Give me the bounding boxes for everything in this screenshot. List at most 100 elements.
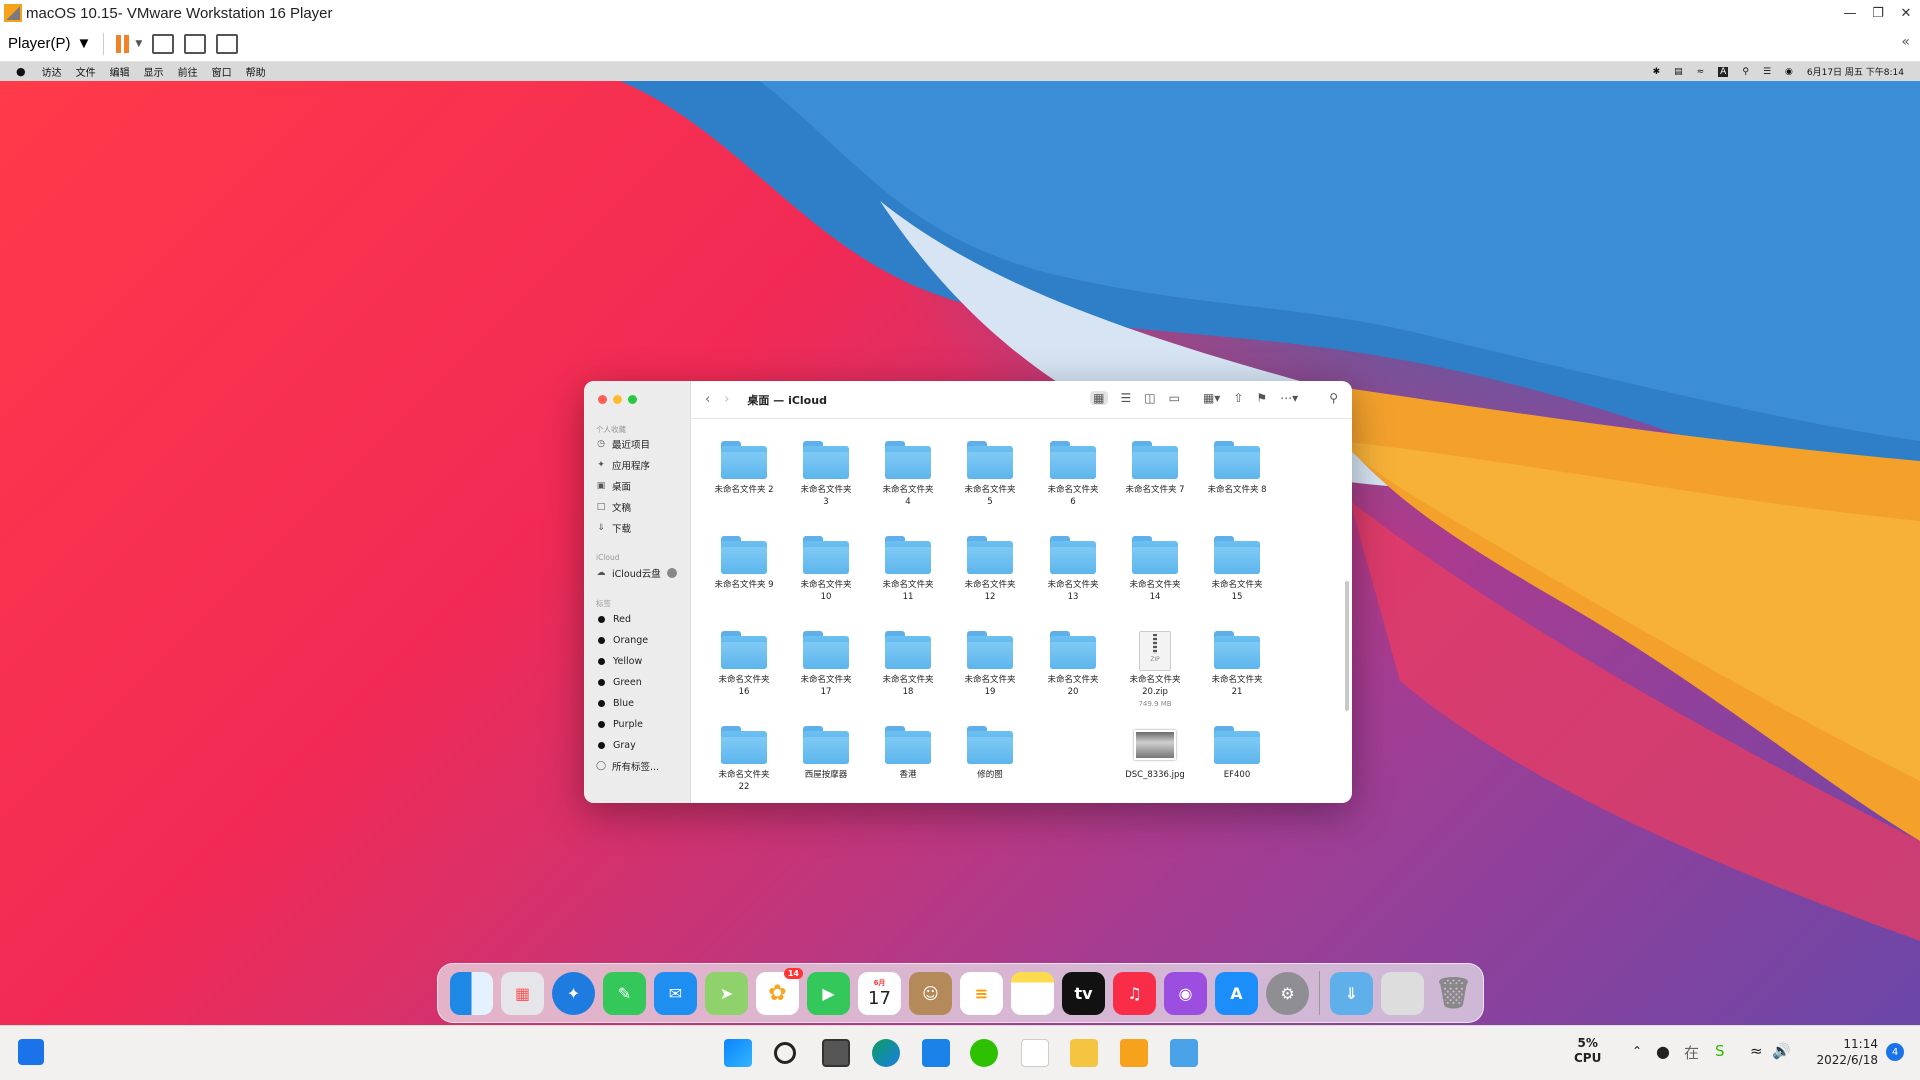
menu-file[interactable]: 文件 <box>76 64 96 79</box>
pause-icon[interactable] <box>116 34 130 53</box>
zoom-window-button[interactable] <box>628 395 637 404</box>
finder-icon[interactable] <box>450 971 493 1015</box>
sidebar-tag-purple[interactable]: Purple <box>596 717 643 731</box>
sidebar-item-icloud-drive[interactable]: ☁ iCloud云盘 <box>596 566 677 580</box>
sidebar-tag-gray[interactable]: Gray <box>596 738 636 752</box>
vmware-player-taskbar-icon[interactable] <box>18 1039 44 1065</box>
mail-icon[interactable]: ✉ <box>654 971 697 1015</box>
wifi-icon[interactable]: ≈ <box>1697 67 1705 77</box>
remote-desktop-icon[interactable] <box>1170 1039 1198 1067</box>
qq-icon[interactable]: ● <box>1656 1042 1670 1061</box>
launchpad-icon[interactable]: ▦ <box>501 971 544 1015</box>
file-item[interactable]: 西屋按摩器 <box>785 726 867 781</box>
file-item[interactable]: ZIP 未命名文件夹 20.zip 749.9 MB <box>1114 631 1196 710</box>
file-item[interactable]: 未命名文件夹 7 <box>1114 441 1196 496</box>
sidebar-tag-orange[interactable]: Orange <box>596 633 648 647</box>
system-preferences-icon[interactable]: ⚙ <box>1266 971 1309 1015</box>
sidebar-item-applications[interactable]: ✦ 应用程序 <box>596 458 650 472</box>
downloads-folder-icon[interactable]: ⇓ <box>1330 971 1373 1015</box>
siri-icon[interactable]: ◉ <box>1785 67 1793 77</box>
file-item[interactable]: 未命名文件夹 22 <box>703 726 785 793</box>
recent-documents-stack-icon[interactable] <box>1381 971 1424 1015</box>
sidebar-item-downloads[interactable]: ⇓ 下载 <box>596 521 631 535</box>
column-view-icon[interactable]: ◫ <box>1144 391 1155 405</box>
scrollbar[interactable] <box>1345 581 1349 711</box>
file-item[interactable]: 香港 <box>867 726 949 781</box>
file-item[interactable]: 未命名文件夹 2 <box>703 441 785 496</box>
facetime-icon[interactable]: ▶ <box>807 971 850 1015</box>
sidebar-tag-yellow[interactable]: Yellow <box>596 654 642 668</box>
wifi-tray-icon[interactable]: ≈ <box>1750 1042 1763 1060</box>
share-icon[interactable]: ⇧ <box>1233 391 1243 405</box>
safari-icon[interactable]: ✦ <box>552 971 595 1015</box>
player-menu[interactable]: Player(P) ▼ <box>8 35 91 52</box>
file-item[interactable]: 未命名文件夹 18 <box>867 631 949 698</box>
restore-button[interactable]: ❐ <box>1864 0 1892 26</box>
sidebar-tag-green[interactable]: Green <box>596 675 642 689</box>
app-store-icon[interactable]: A <box>1215 971 1258 1015</box>
file-item[interactable]: 未命名文件夹 6 <box>1032 441 1114 508</box>
trash-icon[interactable]: 🗑 <box>1432 972 1475 1015</box>
close-button[interactable]: ✕ <box>1892 0 1920 26</box>
contacts-icon[interactable]: ☺ <box>909 971 952 1015</box>
display-icon[interactable]: ▤ <box>1674 67 1683 77</box>
maps-icon[interactable]: ➤ <box>705 971 748 1015</box>
forward-icon[interactable]: › <box>724 392 729 407</box>
music-icon[interactable]: ♫ <box>1113 971 1156 1015</box>
edge-browser-icon[interactable] <box>872 1039 900 1067</box>
back-icon[interactable]: ‹ <box>705 392 710 407</box>
taskbar-clock[interactable]: 11:14 2022/6/18 <box>1806 1036 1878 1068</box>
pause-dropdown-icon[interactable]: ▼ <box>135 39 142 49</box>
sidebar-item-documents[interactable]: □ 文稿 <box>596 500 631 514</box>
wechat-icon[interactable] <box>970 1039 998 1067</box>
menu-help[interactable]: 帮助 <box>246 64 266 79</box>
control-center-icon[interactable]: ☰ <box>1763 67 1771 77</box>
file-item[interactable]: DSC_8336.jpg <box>1114 726 1196 781</box>
tag-icon[interactable]: ⚑ <box>1256 391 1267 405</box>
sidebar-tag-blue[interactable]: Blue <box>596 696 634 710</box>
file-item[interactable]: 未命名文件夹 20 <box>1032 631 1114 698</box>
file-explorer-icon[interactable] <box>1070 1039 1098 1067</box>
list-view-icon[interactable]: ☰ <box>1121 391 1132 405</box>
more-actions-icon[interactable]: ⋯▾ <box>1280 391 1298 405</box>
file-item[interactable]: EF400 <box>1196 726 1278 781</box>
calendar-icon[interactable]: 6月 17 <box>858 971 901 1015</box>
file-item[interactable]: 未命名文件夹 3 <box>785 441 867 508</box>
file-item[interactable]: 未命名文件夹 11 <box>867 536 949 603</box>
file-item[interactable]: 未命名文件夹 10 <box>785 536 867 603</box>
podcasts-icon[interactable]: ◉ <box>1164 971 1207 1015</box>
sogou-icon[interactable]: S <box>1715 1042 1725 1060</box>
menu-go[interactable]: 前往 <box>178 64 198 79</box>
cpu-meter[interactable]: 5% CPU <box>1574 1036 1601 1066</box>
menu-edit[interactable]: 编辑 <box>110 64 130 79</box>
minimize-window-button[interactable] <box>613 395 622 404</box>
file-item[interactable]: 未命名文件夹 19 <box>949 631 1031 698</box>
file-item[interactable]: 未命名文件夹 5 <box>949 441 1031 508</box>
file-item[interactable]: 未命名文件夹 15 <box>1196 536 1278 603</box>
fullscreen-icon[interactable] <box>184 33 207 54</box>
file-item[interactable]: 未命名文件夹 8 <box>1196 441 1278 496</box>
input-method-icon[interactable]: A <box>1718 66 1729 77</box>
sidebar-tag-red[interactable]: Red <box>596 612 631 626</box>
menu-view[interactable]: 显示 <box>144 64 164 79</box>
sidebar-item-recents[interactable]: ◷ 最近项目 <box>596 437 650 451</box>
menu-window[interactable]: 窗口 <box>212 64 232 79</box>
search-icon[interactable]: ⚲ <box>1329 391 1338 405</box>
notification-badge[interactable]: 4 <box>1886 1043 1904 1061</box>
sidebar-item-desktop[interactable]: ▣ 桌面 <box>596 479 631 493</box>
windows-start-icon[interactable] <box>724 1039 752 1067</box>
file-item[interactable]: 未命名文件夹 16 <box>703 631 785 698</box>
task-view-icon[interactable] <box>822 1039 850 1067</box>
file-item[interactable]: 未命名文件夹 4 <box>867 441 949 508</box>
unity-mode-icon[interactable] <box>216 33 239 54</box>
file-item[interactable]: 未命名文件夹 12 <box>949 536 1031 603</box>
file-item[interactable]: 未命名文件夹 21 <box>1196 631 1278 698</box>
input-method-tray-icon[interactable]: 在 <box>1684 1042 1699 1063</box>
collapse-toolbar-icon[interactable]: « <box>1901 34 1910 50</box>
send-ctrl-alt-del-icon[interactable] <box>152 33 175 54</box>
gallery-view-icon[interactable]: ▭ <box>1169 391 1180 405</box>
icon-view-icon[interactable]: ▦ <box>1090 391 1108 405</box>
reminders-icon[interactable]: ≡ <box>960 971 1003 1015</box>
menu-finder[interactable]: 访达 <box>42 64 62 79</box>
group-by-icon[interactable]: ▦▾ <box>1203 391 1220 405</box>
